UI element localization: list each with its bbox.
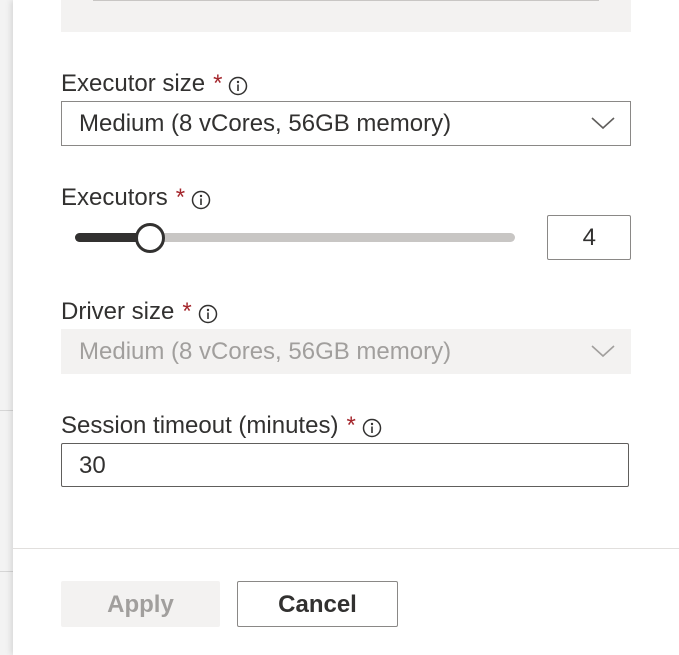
footer-divider — [13, 548, 679, 549]
slider-thumb[interactable] — [135, 223, 165, 253]
driver-size-label-text: Driver size — [61, 298, 175, 325]
executors-count-input[interactable]: 4 — [547, 215, 631, 260]
cancel-button[interactable]: Cancel — [237, 581, 398, 627]
background-divider — [0, 571, 14, 572]
executors-label: Executors * — [61, 184, 211, 212]
executor-size-label: Executor size * — [61, 70, 248, 98]
background-divider — [0, 410, 14, 411]
driver-size-value: Medium (8 vCores, 56GB memory) — [79, 338, 452, 365]
executor-size-value: Medium (8 vCores, 56GB memory) — [79, 110, 452, 137]
session-timeout-label-text: Session timeout (minutes) — [61, 412, 339, 439]
executor-size-dropdown[interactable]: Medium (8 vCores, 56GB memory) — [61, 101, 631, 146]
settings-panel: Executor size * Medium (8 vCores, 56GB m… — [13, 0, 679, 655]
session-timeout-value: 30 — [79, 452, 106, 479]
required-indicator: * — [182, 298, 192, 325]
executors-label-text: Executors — [61, 184, 168, 211]
required-indicator: * — [175, 184, 186, 211]
executor-size-label-text: Executor size — [61, 70, 206, 97]
driver-size-label: Driver size * — [61, 298, 218, 326]
driver-size-dropdown: Medium (8 vCores, 56GB memory) — [61, 329, 631, 374]
info-icon[interactable] — [191, 189, 211, 210]
chevron-down-icon — [591, 345, 615, 358]
required-indicator: * — [213, 70, 223, 97]
session-timeout-label: Session timeout (minutes) * — [61, 412, 382, 440]
apply-button[interactable]: Apply — [61, 581, 220, 627]
info-icon[interactable] — [228, 75, 248, 96]
executors-slider[interactable] — [75, 220, 517, 256]
previous-section — [61, 0, 631, 32]
chevron-down-icon — [591, 117, 615, 130]
previous-section-divider — [93, 0, 599, 1]
required-indicator: * — [346, 412, 356, 439]
session-timeout-input[interactable]: 30 — [61, 443, 629, 487]
info-icon[interactable] — [198, 303, 218, 324]
executors-count-value: 4 — [582, 224, 596, 251]
info-icon[interactable] — [362, 417, 382, 438]
